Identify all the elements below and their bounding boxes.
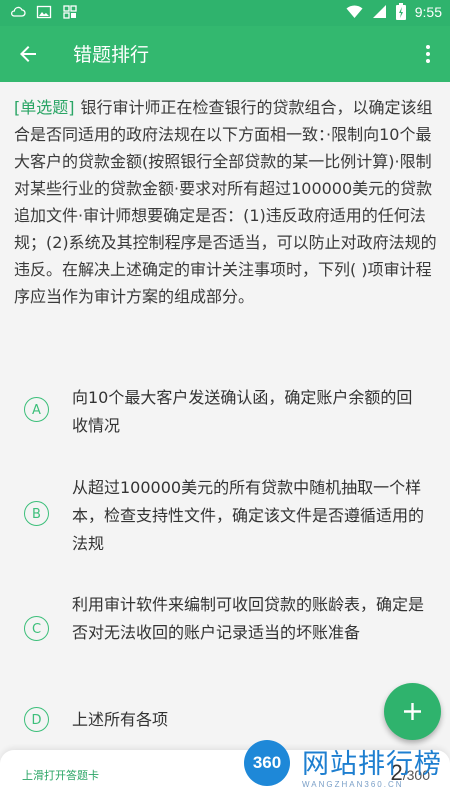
add-fab-button[interactable]: [384, 683, 441, 740]
watermark-subtext: WANGZHAN360.CN: [302, 780, 404, 789]
signal-icon: [372, 5, 386, 18]
status-bar: 9:55: [0, 0, 450, 26]
swipe-up-hint: 上滑打开答题卡: [22, 769, 99, 782]
option-text-c: 利用审计软件来编制可收回贷款的账龄表，确定是否对无法收回的账户记录适当的坏账准备: [72, 595, 425, 642]
app-bar: 错题排行: [0, 26, 450, 82]
option-letter-d: D: [24, 707, 49, 732]
back-arrow-icon[interactable]: [16, 42, 40, 66]
grid-icon: [63, 5, 77, 19]
watermark-text: 网站排行榜: [302, 749, 442, 780]
cloud-icon: [11, 6, 26, 17]
option-text-d: 上述所有各项: [72, 710, 169, 729]
watermark-logo: 360: [244, 740, 290, 786]
option-letter-c: C: [24, 616, 49, 641]
battery-icon: [395, 3, 406, 20]
question-body: 银行审计师正在检查银行的贷款组合，以确定该组合是否同适用的政府法规在以下方面相一…: [14, 98, 437, 306]
page-title: 错题排行: [73, 44, 150, 66]
option-text-a: 向10个最大客户发送确认函，确定账户余额的回收情况: [72, 388, 413, 435]
status-time: 9:55: [414, 3, 442, 20]
more-vert-icon[interactable]: [422, 42, 434, 66]
wifi-icon: [346, 4, 363, 18]
question-type-label: [单选题]: [14, 98, 75, 117]
option-letter-b: B: [24, 501, 49, 526]
watermark: 360 网站排行榜 WANGZHAN360.CN: [244, 740, 450, 800]
plus-icon: [404, 703, 421, 720]
option-letter-a: A: [24, 397, 49, 422]
question-text: [单选题] 银行审计师正在检查银行的贷款组合，以确定该组合是否同适用的政府法规在以…: [14, 94, 438, 310]
image-icon: [36, 5, 52, 19]
option-text-b: 从超过100000美元的所有贷款中随机抽取一个样本，检查支持性文件，确定该文件是…: [72, 478, 425, 553]
